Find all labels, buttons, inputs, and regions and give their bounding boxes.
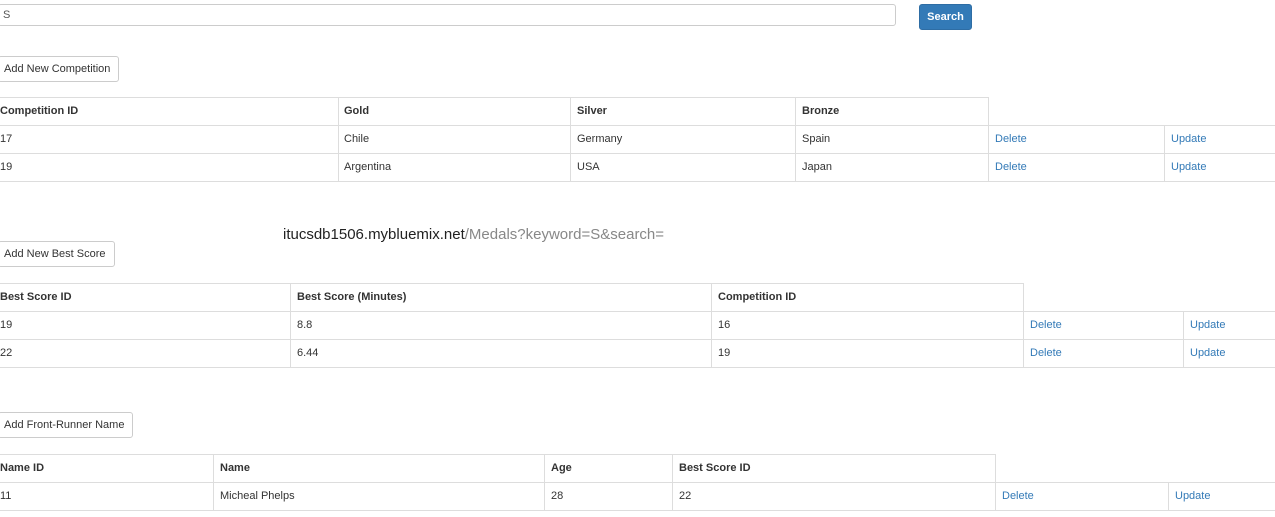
header-silver: Silver (577, 105, 607, 117)
gold-cell: Chile (344, 133, 370, 145)
competition-id-cell: 19 (718, 347, 731, 359)
header-best-score-minutes: Best Score (Minutes) (297, 291, 407, 303)
delete-link[interactable]: Delete (989, 153, 1027, 181)
header-competition-id: Competition ID (0, 105, 79, 117)
best-score-id-cell: 22 (0, 347, 13, 359)
search-button[interactable]: Search (919, 4, 972, 30)
header-gold: Gold (344, 105, 370, 117)
delete-link[interactable]: Delete (1024, 339, 1062, 367)
bronze-cell: Spain (802, 133, 831, 145)
header-best-score-id: Best Score ID (679, 462, 751, 474)
add-best-score-button[interactable]: Add New Best Score (0, 241, 115, 267)
update-link[interactable]: Update (1165, 125, 1206, 153)
best-score-cell: 8.8 (297, 319, 313, 331)
competition-id-cell: 16 (718, 319, 731, 331)
name-cell: Micheal Phelps (220, 490, 295, 502)
header-competition-id: Competition ID (718, 291, 797, 303)
front-runner-table: Name ID Name Age Best Score ID 11 Michea… (0, 454, 1275, 511)
url-path: /Medals?keyword=S&search= (464, 226, 665, 243)
age-cell: 28 (551, 490, 564, 502)
update-link[interactable]: Update (1184, 311, 1225, 339)
header-name: Name (220, 462, 250, 474)
update-link[interactable]: Update (1165, 153, 1206, 181)
competition-id-cell: 17 (0, 133, 13, 145)
gold-cell: Argentina (344, 161, 392, 173)
best-score-id-cell: 22 (679, 490, 692, 502)
search-input[interactable] (0, 4, 896, 26)
header-name-id: Name ID (0, 462, 45, 474)
header-age: Age (551, 462, 572, 474)
header-bronze: Bronze (802, 105, 840, 117)
delete-link[interactable]: Delete (989, 125, 1027, 153)
name-id-cell: 11 (0, 490, 12, 502)
silver-cell: USA (577, 161, 600, 173)
silver-cell: Germany (577, 133, 623, 145)
delete-link[interactable]: Delete (996, 482, 1034, 510)
header-best-score-id: Best Score ID (0, 291, 72, 303)
add-front-runner-button[interactable]: Add Front-Runner Name (0, 412, 134, 438)
competition-table: Competition ID Gold Silver Bronze 17 Chi… (0, 97, 1275, 182)
bronze-cell: Japan (802, 161, 832, 173)
best-score-id-cell: 19 (0, 319, 13, 331)
url-host: itucsdb1506.mybluemix.net (283, 226, 465, 243)
delete-link[interactable]: Delete (1024, 311, 1062, 339)
add-competition-button[interactable]: Add New Competition (0, 56, 120, 82)
best-score-cell: 6.44 (297, 347, 319, 359)
url-text: itucsdb1506.mybluemix.net/Medals?keyword… (283, 226, 664, 243)
best-score-table: Best Score ID Best Score (Minutes) Compe… (0, 283, 1275, 368)
update-link[interactable]: Update (1169, 482, 1210, 510)
competition-id-cell: 19 (0, 161, 13, 173)
update-link[interactable]: Update (1184, 339, 1225, 367)
